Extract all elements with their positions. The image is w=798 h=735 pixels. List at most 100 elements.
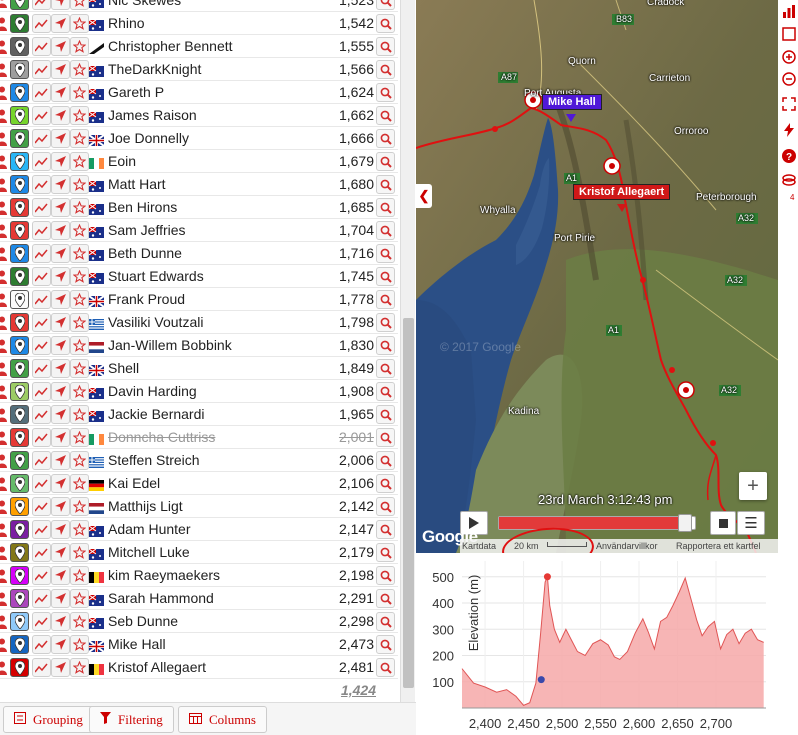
zoom-to-rider-icon[interactable] <box>376 83 395 102</box>
zoom-out-icon[interactable] <box>781 71 796 86</box>
star-icon[interactable] <box>70 589 89 608</box>
star-icon[interactable] <box>70 612 89 631</box>
zoom-to-rider-icon[interactable] <box>376 382 395 401</box>
trend-chart-icon[interactable] <box>32 359 51 378</box>
navigate-arrow-icon[interactable] <box>51 658 70 677</box>
rider-person-icon[interactable] <box>0 0 8 10</box>
columns-button[interactable]: Columns <box>178 706 267 733</box>
map-pin-icon[interactable] <box>10 106 29 125</box>
fullscreen-icon[interactable] <box>781 26 796 41</box>
table-row[interactable]: Adam Hunter 2,147 <box>0 518 398 541</box>
zoom-to-rider-icon[interactable] <box>376 221 395 240</box>
navigate-arrow-icon[interactable] <box>51 451 70 470</box>
attribution-kartdata[interactable]: Kartdata <box>462 541 496 551</box>
rider-person-icon[interactable] <box>0 290 8 309</box>
trend-chart-icon[interactable] <box>32 474 51 493</box>
rider-person-icon[interactable] <box>0 382 8 401</box>
navigate-arrow-icon[interactable] <box>51 405 70 424</box>
table-row[interactable]: Christopher Bennett 1,555 <box>0 35 398 58</box>
map-pin-icon[interactable] <box>10 566 29 585</box>
map-pin-icon[interactable] <box>10 451 29 470</box>
trend-chart-icon[interactable] <box>32 612 51 631</box>
zoom-to-rider-icon[interactable] <box>376 405 395 424</box>
star-icon[interactable] <box>70 14 89 33</box>
trend-chart-icon[interactable] <box>32 382 51 401</box>
table-row[interactable]: Vasiliki Voutzali 1,798 <box>0 311 398 334</box>
scrollbar-thumb[interactable] <box>403 318 414 688</box>
trend-chart-icon[interactable] <box>32 543 51 562</box>
map-pin-icon[interactable] <box>10 359 29 378</box>
table-row[interactable]: Sam Jeffries 1,704 <box>0 219 398 242</box>
star-icon[interactable] <box>70 267 89 286</box>
star-icon[interactable] <box>70 566 89 585</box>
zoom-to-rider-icon[interactable] <box>376 336 395 355</box>
zoom-to-rider-icon[interactable] <box>376 658 395 677</box>
trend-chart-icon[interactable] <box>32 60 51 79</box>
navigate-arrow-icon[interactable] <box>51 83 70 102</box>
table-row[interactable]: Steffen Streich 2,006 <box>0 449 398 472</box>
star-icon[interactable] <box>70 658 89 677</box>
star-icon[interactable] <box>70 175 89 194</box>
map-pin-icon[interactable] <box>10 474 29 493</box>
expand-icon[interactable] <box>781 96 796 111</box>
zoom-to-rider-icon[interactable] <box>376 14 395 33</box>
navigate-arrow-icon[interactable] <box>51 14 70 33</box>
star-icon[interactable] <box>70 152 89 171</box>
table-row[interactable]: Ben Hirons 1,685 <box>0 196 398 219</box>
table-row[interactable]: James Raison 1,662 <box>0 104 398 127</box>
zoom-to-rider-icon[interactable] <box>376 612 395 631</box>
map-pin-icon[interactable] <box>10 129 29 148</box>
rider-person-icon[interactable] <box>0 221 8 240</box>
table-row[interactable]: Beth Dunne 1,716 <box>0 242 398 265</box>
trend-chart-icon[interactable] <box>32 520 51 539</box>
navigate-arrow-icon[interactable] <box>51 543 70 562</box>
rider-person-icon[interactable] <box>0 37 8 56</box>
map-pin-icon[interactable] <box>10 589 29 608</box>
map-pin-icon[interactable] <box>10 152 29 171</box>
trend-chart-icon[interactable] <box>32 106 51 125</box>
stop-button[interactable] <box>710 511 736 535</box>
zoom-to-rider-icon[interactable] <box>376 428 395 447</box>
replay-slider-handle[interactable] <box>678 514 693 532</box>
rider-person-icon[interactable] <box>0 267 8 286</box>
zoom-to-rider-icon[interactable] <box>376 37 395 56</box>
navigate-arrow-icon[interactable] <box>51 106 70 125</box>
table-row[interactable]: kim Raeymaekers 2,198 <box>0 564 398 587</box>
zoom-to-rider-icon[interactable] <box>376 198 395 217</box>
trend-chart-icon[interactable] <box>32 290 51 309</box>
map-pin-icon[interactable] <box>10 336 29 355</box>
table-row[interactable]: Davin Harding 1,908 <box>0 380 398 403</box>
zoom-in-button[interactable]: + <box>739 472 767 500</box>
rider-person-icon[interactable] <box>0 244 8 263</box>
leaderboard-scrollbar[interactable] <box>400 0 415 702</box>
zoom-to-rider-icon[interactable] <box>376 451 395 470</box>
rider-person-icon[interactable] <box>0 83 8 102</box>
table-row[interactable]: Jan-Willem Bobbink 1,830 <box>0 334 398 357</box>
trend-chart-icon[interactable] <box>32 405 51 424</box>
map-pin-icon[interactable] <box>10 37 29 56</box>
navigate-arrow-icon[interactable] <box>51 0 70 10</box>
map-pin-icon[interactable] <box>10 612 29 631</box>
table-row[interactable]: Mike Hall 2,473 <box>0 633 398 656</box>
attribution-terms[interactable]: Användarvillkor <box>596 541 658 551</box>
zoom-to-rider-icon[interactable] <box>376 589 395 608</box>
star-icon[interactable] <box>70 129 89 148</box>
star-icon[interactable] <box>70 0 89 10</box>
trend-chart-icon[interactable] <box>32 267 51 286</box>
table-row[interactable]: Nic Skewes 1,523 <box>0 0 398 12</box>
rider-person-icon[interactable] <box>0 566 8 585</box>
star-icon[interactable] <box>70 428 89 447</box>
replay-menu-button[interactable]: ☰ <box>737 511 765 535</box>
table-row[interactable]: TheDarkKnight 1,566 <box>0 58 398 81</box>
star-icon[interactable] <box>70 405 89 424</box>
trend-chart-icon[interactable] <box>32 198 51 217</box>
navigate-arrow-icon[interactable] <box>51 566 70 585</box>
navigate-arrow-icon[interactable] <box>51 520 70 539</box>
star-icon[interactable] <box>70 244 89 263</box>
trend-chart-icon[interactable] <box>32 428 51 447</box>
rider-person-icon[interactable] <box>0 612 8 631</box>
navigate-arrow-icon[interactable] <box>51 290 70 309</box>
zoom-to-rider-icon[interactable] <box>376 60 395 79</box>
map-pin-icon[interactable] <box>10 267 29 286</box>
zoom-to-rider-icon[interactable] <box>376 543 395 562</box>
